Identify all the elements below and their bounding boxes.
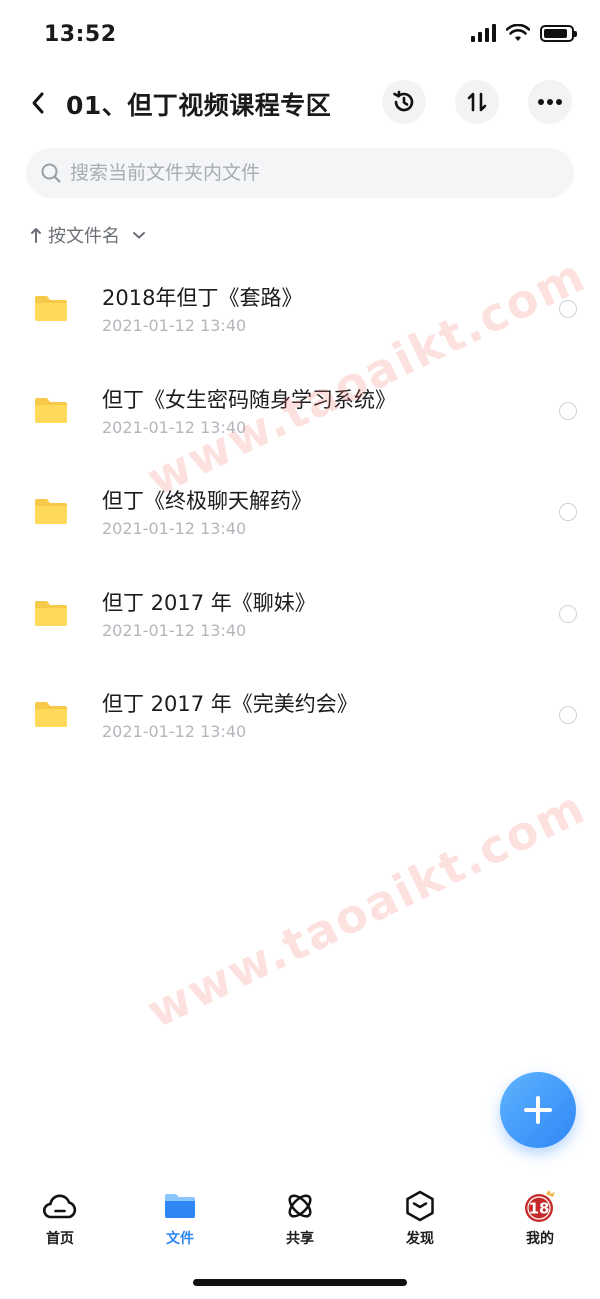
avatar-badge-text: 18	[529, 1200, 550, 1218]
file-row-0[interactable]: 2018年但丁《套路》 2021-01-12 13:40	[0, 258, 600, 360]
watermark: www.taoaikt.com	[138, 779, 594, 1039]
arrow-up-icon	[31, 228, 41, 243]
file-date: 2021-01-12 13:40	[102, 417, 247, 437]
sort-toggle-button[interactable]	[455, 80, 499, 124]
select-checkbox[interactable]	[559, 401, 577, 420]
select-checkbox[interactable]	[559, 604, 577, 623]
tab-label: 首页	[46, 1231, 74, 1247]
search-input[interactable]	[70, 162, 550, 184]
battery-fill	[544, 28, 568, 38]
search-icon	[41, 163, 61, 183]
file-name: 2018年但丁《套路》	[102, 286, 303, 310]
folder-icon	[35, 702, 67, 727]
folder-icon	[165, 1194, 195, 1218]
search-box	[26, 148, 574, 198]
battery-icon	[540, 24, 577, 42]
status-time: 13:52	[44, 22, 117, 47]
add-button[interactable]	[500, 1072, 576, 1148]
sort-label: 按文件名	[48, 226, 120, 247]
page-title: 01、但丁视频课程专区	[66, 91, 332, 120]
tab-label: 文件	[166, 1231, 194, 1247]
file-date: 2021-01-12 13:40	[102, 519, 247, 538]
file-name: 但丁《终极聊天解药》	[102, 489, 312, 513]
select-checkbox[interactable]	[559, 300, 577, 318]
tab-bar: 首页 文件 共享 发现 18 我的	[0, 1180, 600, 1260]
tab-home[interactable]: 首页	[0, 1180, 120, 1260]
wifi-icon	[506, 24, 530, 41]
chevron-left-icon	[32, 92, 44, 114]
tab-share[interactable]: 共享	[240, 1180, 360, 1260]
plus-icon	[524, 1096, 552, 1124]
avatar-icon: 18	[525, 1190, 555, 1222]
cellular-signal-icon	[471, 24, 496, 42]
sort-arrows-icon	[467, 92, 487, 112]
file-row-4[interactable]: 但丁 2017 年《完美约会》 2021-01-12 13:40	[0, 664, 600, 766]
file-name: 但丁 2017 年《聊妹》	[102, 590, 316, 615]
folder-icon	[35, 499, 67, 524]
file-row-3[interactable]: 但丁 2017 年《聊妹》 2021-01-12 13:40	[0, 563, 600, 665]
tab-discover[interactable]: 发现	[360, 1180, 480, 1260]
tab-files[interactable]: 文件	[120, 1180, 240, 1260]
file-row-1[interactable]: 但丁《女生密码随身学习系统》 2021-01-12 13:40	[0, 360, 600, 462]
status-bar: 13:52	[0, 0, 600, 72]
folder-icon	[35, 600, 67, 626]
atom-share-icon	[288, 1194, 312, 1218]
history-button[interactable]	[382, 80, 426, 124]
tab-label: 共享	[286, 1231, 314, 1247]
tab-me[interactable]: 18 我的	[480, 1180, 600, 1260]
more-button[interactable]	[528, 80, 572, 124]
sort-selector[interactable]: 按文件名	[30, 222, 146, 248]
history-icon	[393, 90, 414, 112]
file-row-2[interactable]: 但丁《终极聊天解药》 2021-01-12 13:40	[0, 461, 600, 563]
file-list: 2018年但丁《套路》 2021-01-12 13:40 但丁《女生密码随身学习…	[0, 258, 600, 766]
file-date: 2021-01-12 13:40	[102, 620, 247, 640]
cloud-home-icon	[43, 1194, 77, 1219]
file-date: 2021-01-12 13:40	[102, 722, 247, 741]
select-checkbox[interactable]	[559, 503, 577, 521]
file-date: 2021-01-12 13:40	[102, 316, 247, 335]
file-name: 但丁 2017 年《完美约会》	[102, 692, 358, 716]
tab-label: 发现	[406, 1231, 434, 1247]
back-button[interactable]	[22, 84, 54, 122]
home-indicator[interactable]	[193, 1279, 407, 1286]
tab-label: 我的	[526, 1231, 554, 1247]
folder-icon	[35, 296, 67, 321]
chevron-down-icon	[133, 232, 145, 239]
status-icons	[471, 24, 577, 42]
file-name: 但丁《女生密码随身学习系统》	[102, 387, 396, 412]
header: 01、但丁视频课程专区	[0, 78, 600, 128]
folder-icon	[35, 397, 67, 423]
more-dots-icon	[538, 99, 562, 105]
select-checkbox[interactable]	[559, 706, 577, 724]
discover-box-icon	[406, 1190, 434, 1222]
